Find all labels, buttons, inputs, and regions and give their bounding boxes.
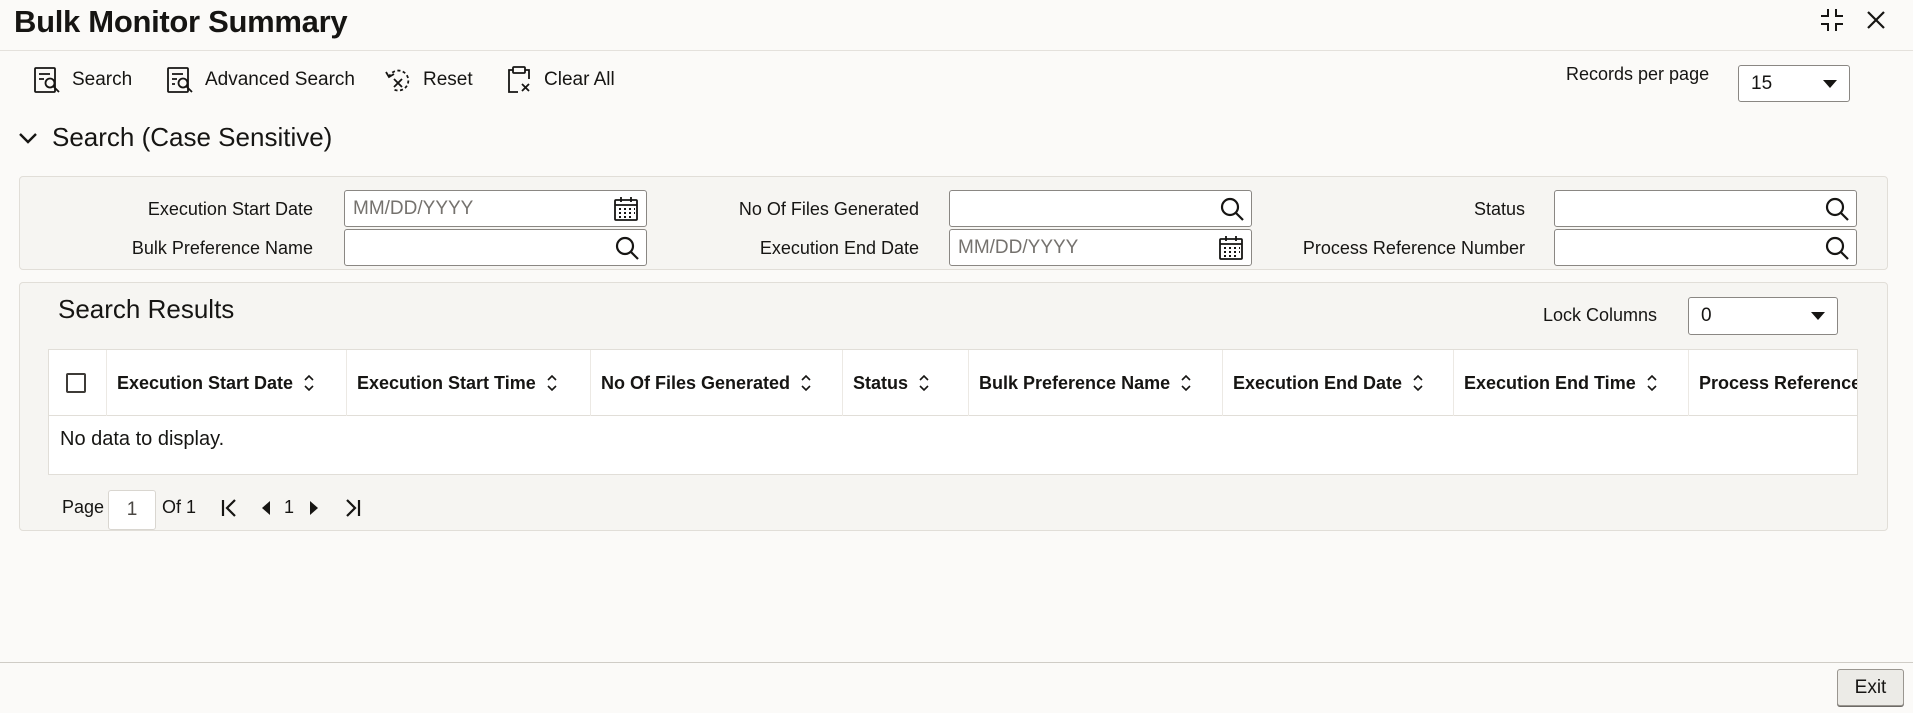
column-header[interactable]: Status xyxy=(843,350,969,416)
last-page-button[interactable] xyxy=(340,493,364,523)
advanced-search-button[interactable]: Advanced Search xyxy=(165,62,355,98)
execution-start-date-field[interactable]: MM/DD/YYYY xyxy=(344,190,647,227)
collapse-icon[interactable] xyxy=(1818,6,1846,34)
page-number-input[interactable]: 1 xyxy=(108,490,156,530)
sort-icon[interactable] xyxy=(303,374,315,392)
reset-button-label: Reset xyxy=(423,69,473,90)
column-header[interactable]: Execution Start Date xyxy=(107,350,347,416)
footer-divider xyxy=(0,662,1913,663)
search-icon[interactable] xyxy=(1219,196,1245,222)
sort-icon[interactable] xyxy=(918,374,930,392)
column-header-label: Execution Start Time xyxy=(357,372,536,393)
sort-icon[interactable] xyxy=(1646,374,1658,392)
advanced-search-button-label: Advanced Search xyxy=(205,69,355,90)
column-header-label: Execution End Date xyxy=(1233,372,1403,393)
no-of-files-generated-label: No Of Files Generated xyxy=(738,199,919,219)
execution-end-date-field[interactable]: MM/DD/YYYY xyxy=(949,229,1252,266)
clear-all-button[interactable]: Clear All xyxy=(504,62,615,98)
page-label: Page xyxy=(62,497,105,517)
process-reference-number-label: Process Reference Number xyxy=(1302,238,1525,258)
execution-start-date-label: Execution Start Date xyxy=(147,199,313,219)
results-table: Execution Start Date Execution Start Tim… xyxy=(48,349,1858,475)
current-page: 1 xyxy=(284,497,295,517)
process-reference-number-field[interactable] xyxy=(1554,229,1857,266)
search-section-title: Search (Case Sensitive) xyxy=(52,122,333,152)
execution-end-date-placeholder: MM/DD/YYYY xyxy=(958,236,1079,258)
sort-icon[interactable] xyxy=(1412,374,1424,392)
search-button[interactable]: Search xyxy=(32,62,132,98)
previous-page-button[interactable] xyxy=(258,493,274,523)
column-header-label: Process Reference N xyxy=(1699,372,1858,393)
column-header-label: Bulk Preference Name xyxy=(979,372,1171,393)
column-header[interactable]: Execution End Time xyxy=(1454,350,1689,416)
search-icon[interactable] xyxy=(614,235,640,261)
records-per-page-value: 15 xyxy=(1751,72,1773,94)
column-header[interactable]: No Of Files Generated xyxy=(591,350,843,416)
close-icon[interactable] xyxy=(1862,6,1890,34)
search-section-toggle[interactable]: Search (Case Sensitive) xyxy=(18,122,332,153)
lock-columns-value: 0 xyxy=(1701,305,1712,326)
column-header-label: Execution End Time xyxy=(1464,372,1636,393)
advanced-search-icon xyxy=(167,67,193,93)
bulk-preference-name-field[interactable] xyxy=(344,229,647,266)
search-icon[interactable] xyxy=(1824,196,1850,222)
column-header-label: Execution Start Date xyxy=(117,372,294,393)
search-results-title: Search Results xyxy=(58,294,235,324)
caret-right-icon xyxy=(310,501,318,515)
select-all-checkbox[interactable] xyxy=(66,373,86,393)
page-of-label: Of 1 xyxy=(162,497,197,517)
column-header[interactable]: Execution End Date xyxy=(1223,350,1454,416)
page-title: Bulk Monitor Summary xyxy=(14,4,348,39)
chevron-down-icon xyxy=(19,132,37,144)
no-of-files-generated-field[interactable] xyxy=(949,190,1252,227)
column-header[interactable]: Execution Start Time xyxy=(347,350,591,416)
first-page-button[interactable] xyxy=(218,493,242,523)
execution-end-date-label: Execution End Date xyxy=(759,238,919,258)
reset-icon xyxy=(385,69,410,92)
reset-button[interactable]: Reset xyxy=(383,62,473,98)
chevron-down-icon xyxy=(1811,312,1825,320)
search-form-icon xyxy=(34,67,60,93)
lock-columns-label: Lock Columns xyxy=(1543,305,1658,325)
title-divider xyxy=(0,50,1913,51)
empty-message: No data to display. xyxy=(60,428,225,450)
sort-icon[interactable] xyxy=(1180,374,1192,392)
calendar-icon[interactable] xyxy=(1217,234,1245,262)
column-header[interactable]: Process Reference N xyxy=(1689,350,1858,416)
clipboard-clear-icon xyxy=(508,66,530,93)
column-header-label: No Of Files Generated xyxy=(601,372,791,393)
last-page-icon xyxy=(346,499,361,517)
sort-icon[interactable] xyxy=(546,374,558,392)
sort-icon[interactable] xyxy=(800,374,812,392)
search-button-label: Search xyxy=(72,69,133,90)
status-field[interactable] xyxy=(1554,190,1857,227)
records-per-page-select[interactable]: 15 xyxy=(1738,65,1850,102)
calendar-icon[interactable] xyxy=(612,195,640,223)
next-page-button[interactable] xyxy=(306,493,322,523)
lock-columns-select[interactable]: 0 xyxy=(1688,297,1838,335)
search-icon[interactable] xyxy=(1824,235,1850,261)
execution-start-date-placeholder: MM/DD/YYYY xyxy=(353,197,474,219)
chevron-down-icon xyxy=(1823,79,1837,88)
records-per-page-label: Records per page xyxy=(1566,64,1710,84)
clear-all-button-label: Clear All xyxy=(544,69,615,90)
column-header[interactable]: Bulk Preference Name xyxy=(969,350,1223,416)
status-label: Status xyxy=(1473,199,1525,219)
select-all-cell xyxy=(49,350,107,416)
table-header: Execution Start Date Execution Start Tim… xyxy=(49,350,1858,416)
bulk-preference-name-label: Bulk Preference Name xyxy=(131,238,313,258)
caret-left-icon xyxy=(262,501,270,515)
first-page-icon xyxy=(221,499,236,517)
exit-button[interactable]: Exit xyxy=(1837,669,1904,706)
column-header-label: Status xyxy=(853,372,909,393)
